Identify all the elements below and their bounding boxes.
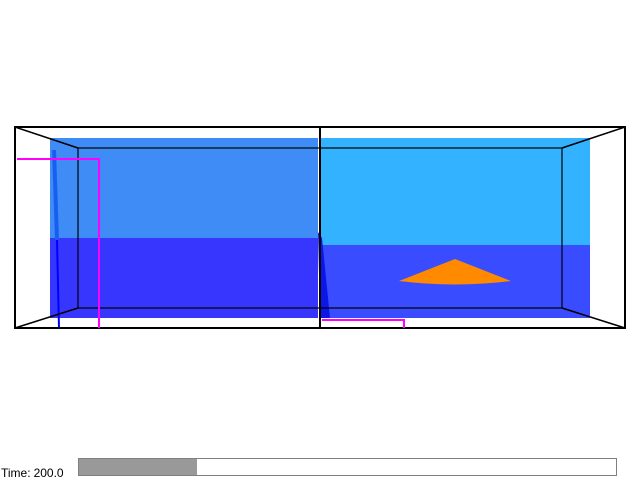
time-label: Time:	[1, 466, 31, 480]
tank-scene	[14, 126, 626, 329]
playback-progress-bar[interactable]	[78, 458, 617, 476]
time-readout: Time: 200.0	[1, 466, 64, 480]
tank-edge-top-right	[561, 126, 626, 149]
time-value: 200.0	[33, 466, 64, 480]
playback-progress-fill	[79, 459, 198, 475]
simulation-viewport: Time: 200.0	[0, 0, 640, 480]
upper-layer-left	[50, 138, 318, 238]
probe-line-right	[322, 319, 405, 328]
lower-layer-left	[50, 238, 318, 318]
tank-edge-top-left	[14, 126, 79, 149]
upper-layer-right	[321, 138, 590, 245]
